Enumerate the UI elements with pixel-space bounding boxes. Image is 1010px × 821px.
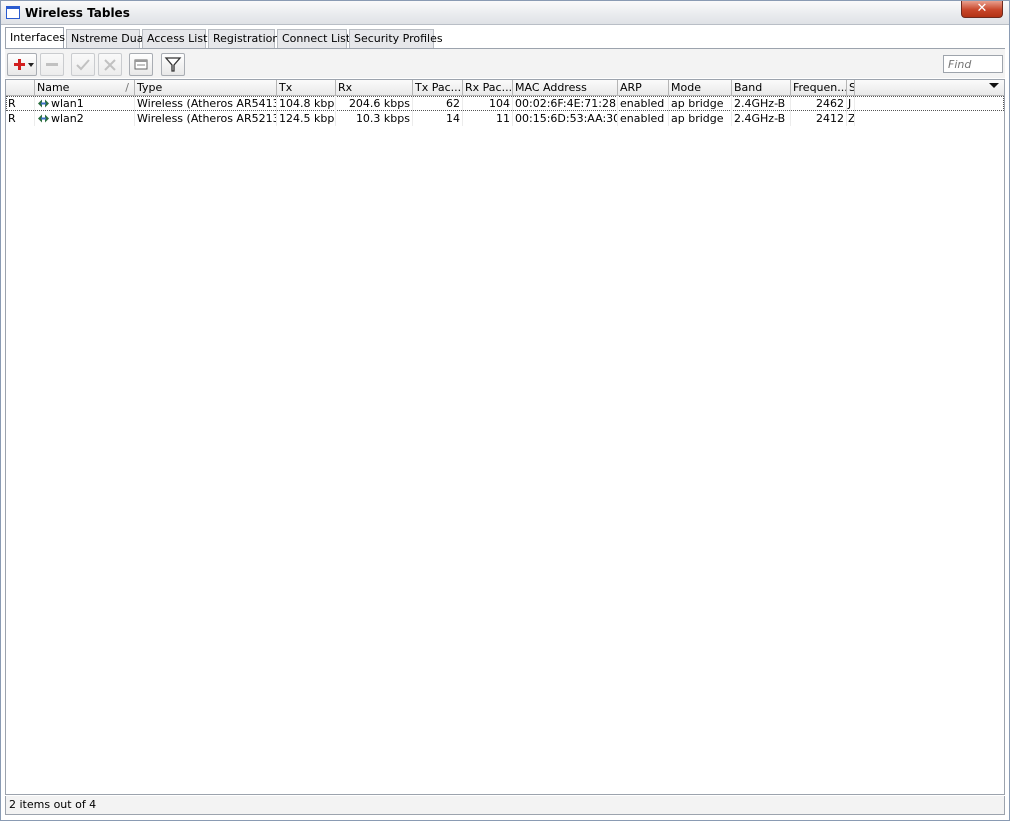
toolbar: [5, 48, 1005, 78]
row-name: wlan2: [51, 112, 84, 125]
column-header-flags[interactable]: [6, 80, 35, 96]
column-header-rx-packets[interactable]: Rx Pac...: [463, 80, 513, 96]
tab-bar: Interfaces Nstreme Dual Access List Regi…: [5, 27, 1005, 48]
row-flag: R: [6, 111, 35, 126]
column-header-rx[interactable]: Rx: [336, 80, 413, 96]
add-button[interactable]: [7, 53, 37, 76]
row-band: 2.4GHz-B: [732, 111, 791, 126]
row-frequency: 2412: [791, 111, 847, 126]
interfaces-table: Name / Type Tx Rx Tx Pac... Rx Pac... MA…: [5, 79, 1005, 795]
close-button[interactable]: ✕: [961, 1, 1003, 18]
row-arp: enabled: [618, 96, 669, 111]
row-tx: 104.8 kbps: [279, 96, 336, 111]
wireless-interface-icon: [38, 99, 49, 108]
row-frequency: 2462: [791, 96, 847, 111]
row-mac-address: 00:15:6D:53:AA:30: [515, 111, 618, 126]
comment-icon: [134, 59, 148, 70]
title-bar[interactable]: Wireless Tables ✕: [1, 1, 1009, 25]
column-header-tx-packets[interactable]: Tx Pac...: [413, 80, 463, 96]
wireless-tables-window: Wireless Tables ✕ Interfaces Nstreme Dua…: [0, 0, 1010, 821]
status-bar: 2 items out of 4: [5, 796, 1005, 815]
row-mac-address: 00:02:6F:4E:71:28: [513, 96, 618, 111]
row-rx-packets: 104: [463, 96, 513, 111]
column-header-tx[interactable]: Tx: [277, 80, 336, 96]
column-header-s[interactable]: S: [847, 80, 855, 96]
tab-nstreme-dual[interactable]: Nstreme Dual: [66, 29, 147, 48]
row-arp: enabled: [618, 111, 669, 126]
comment-button[interactable]: [129, 53, 153, 76]
find-input[interactable]: [943, 55, 1003, 73]
remove-button[interactable]: [40, 53, 64, 76]
filter-button[interactable]: [161, 53, 185, 76]
wireless-interface-icon: [38, 114, 49, 123]
filter-icon: [164, 57, 182, 72]
row-rx-packets: 11: [463, 111, 513, 126]
tab-access-list[interactable]: Access List: [142, 29, 207, 48]
item-count-status: 2 items out of 4: [9, 798, 97, 811]
row-name-cell: wlan2: [35, 111, 135, 126]
tab-registration[interactable]: Registration: [208, 29, 279, 48]
tab-security-profiles[interactable]: Security Profiles: [349, 29, 443, 48]
table-row[interactable]: R wlan2 Wireless (Atheros AR5213) 124.5 …: [6, 111, 1004, 126]
column-header-mode[interactable]: Mode: [669, 80, 732, 96]
column-header-arp[interactable]: ARP: [618, 80, 669, 96]
table-header: Name / Type Tx Rx Tx Pac... Rx Pac... MA…: [6, 80, 1004, 96]
tab-interfaces[interactable]: Interfaces: [5, 27, 65, 48]
add-plus-icon: [14, 59, 34, 70]
column-header-mac-address[interactable]: MAC Address: [513, 80, 618, 96]
enable-check-icon: [76, 59, 90, 71]
table-row[interactable]: R wlan1 Wireless (Atheros AR5413) 104.8 …: [6, 96, 1004, 111]
row-mode: ap bridge: [669, 111, 732, 126]
window-title: Wireless Tables: [25, 6, 130, 20]
row-flag: R: [6, 96, 35, 111]
sort-indicator: /: [125, 81, 129, 94]
column-header-frequency[interactable]: Frequen...: [791, 80, 847, 96]
column-header-name-label: Name: [37, 81, 70, 94]
row-name-cell: wlan1: [35, 96, 135, 111]
column-menu-button[interactable]: [986, 80, 1002, 96]
row-band: 2.4GHz-B: [732, 96, 791, 111]
enable-button[interactable]: [71, 53, 95, 76]
tab-connect-list[interactable]: Connect List: [277, 29, 350, 48]
row-type: Wireless (Atheros AR5213): [137, 111, 277, 126]
row-rx: 204.6 kbps: [336, 96, 413, 111]
row-name: wlan1: [51, 97, 84, 110]
row-tx: 124.5 kbps: [279, 111, 336, 126]
row-s: Z: [848, 111, 855, 126]
row-type: Wireless (Atheros AR5413): [137, 96, 277, 111]
column-header-type[interactable]: Type: [135, 80, 277, 96]
disable-x-icon: [104, 59, 116, 71]
chevron-down-icon: [989, 83, 999, 88]
row-rx: 10.3 kbps: [336, 111, 413, 126]
row-tx-packets: 14: [413, 111, 463, 126]
window-icon: [6, 6, 20, 19]
row-s: J: [847, 96, 855, 111]
row-mode: ap bridge: [669, 96, 732, 111]
column-header-band[interactable]: Band: [732, 80, 791, 96]
column-header-name[interactable]: Name /: [35, 80, 135, 96]
disable-button[interactable]: [98, 53, 122, 76]
remove-minus-icon: [46, 63, 58, 66]
row-tx-packets: 62: [413, 96, 463, 111]
